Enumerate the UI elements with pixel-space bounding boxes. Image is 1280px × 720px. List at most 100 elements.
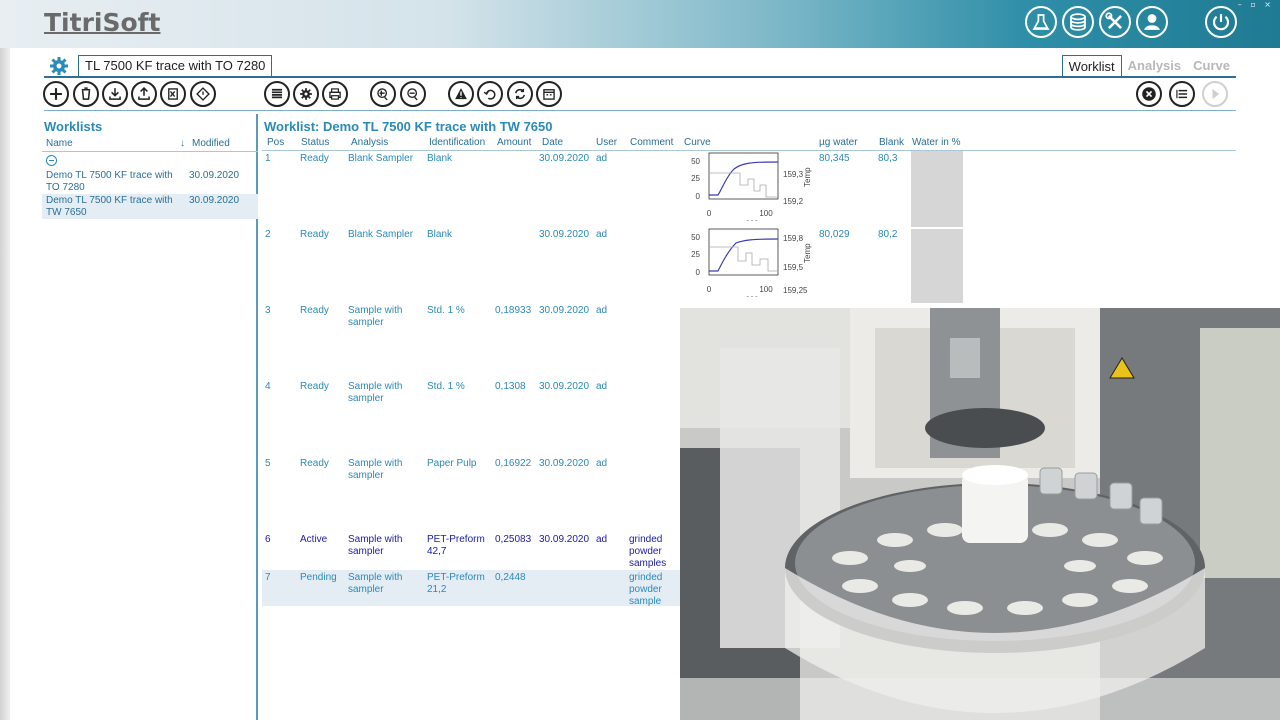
- tools-icon[interactable]: [1099, 6, 1131, 38]
- delete-icon[interactable]: [73, 81, 99, 107]
- row-identification: Blank: [427, 153, 453, 164]
- col-blank[interactable]: Blank: [879, 137, 904, 148]
- view-tabs: Worklist Analysis Curve: [1061, 55, 1236, 78]
- tab-curve[interactable]: Curve: [1187, 55, 1236, 78]
- col-amount[interactable]: Amount: [497, 137, 531, 148]
- calendar-icon[interactable]: [536, 81, 562, 107]
- col-status[interactable]: Status: [301, 137, 329, 148]
- worklist-title: Worklist: Demo TL 7500 KF trace with TW …: [264, 119, 553, 134]
- right-tick: 159,8: [783, 234, 804, 243]
- col-water-ug[interactable]: µg water: [819, 137, 858, 148]
- table-row[interactable]: 1 Ready Blank Sampler Blank 30.09.2020 a…: [262, 153, 962, 223]
- user-icon[interactable]: [1136, 6, 1168, 38]
- app-header: TitriSoft – ▫ ×: [0, 0, 1280, 48]
- row-water-ug: 80,029: [819, 229, 850, 240]
- curve-thumbnail[interactable]: 50 25 0 159,8 159,5 159,25 0 100 sec Tem…: [690, 225, 820, 303]
- sampler-reset-icon[interactable]: [400, 81, 426, 107]
- row-analysis: Sample with sampler: [348, 534, 403, 557]
- table-row[interactable]: 5 Ready Sample with sampler Paper Pulp 0…: [262, 458, 680, 528]
- row-pos: 3: [265, 305, 271, 316]
- right-label: Temp: [803, 243, 812, 263]
- list-icon[interactable]: [264, 81, 290, 107]
- collapse-icon[interactable]: [46, 155, 57, 166]
- refresh-icon[interactable]: [507, 81, 533, 107]
- col-name[interactable]: Name: [46, 138, 73, 149]
- right-tick: 159,2: [783, 197, 804, 206]
- y-tick: 25: [691, 250, 700, 259]
- row-date: 30.09.2020: [539, 534, 590, 545]
- x-tick: 100: [759, 209, 773, 218]
- row-status: Active: [300, 534, 328, 545]
- row-comment: grinded powder samples: [629, 534, 667, 569]
- gear-icon[interactable]: [48, 55, 70, 77]
- right-tick: 159,5: [783, 263, 804, 272]
- window-controls[interactable]: – ▫ ×: [1238, 0, 1274, 9]
- y-tick: 50: [691, 233, 700, 242]
- col-analysis[interactable]: Analysis: [351, 137, 388, 148]
- worklist-item[interactable]: Demo TL 7500 KF trace with TW 7650 30.09…: [42, 194, 258, 219]
- row-amount: 0,2448: [495, 572, 526, 583]
- col-modified[interactable]: Modified: [192, 138, 230, 149]
- row-date: 30.09.2020: [539, 381, 590, 392]
- x-tick: 0: [707, 285, 712, 294]
- play-icon[interactable]: [1202, 81, 1228, 107]
- warning-icon[interactable]: [448, 81, 474, 107]
- tab-worklist[interactable]: Worklist: [1061, 55, 1122, 78]
- row-amount: 0,16922: [495, 458, 532, 469]
- col-identification[interactable]: Identification: [429, 137, 485, 148]
- y-tick: 50: [691, 157, 700, 166]
- col-curve[interactable]: Curve: [684, 137, 711, 148]
- col-pos[interactable]: Pos: [267, 137, 284, 148]
- tab-document[interactable]: TL 7500 KF trace with TO 7280: [78, 55, 273, 78]
- list-menu-icon[interactable]: [1169, 81, 1195, 107]
- right-tick: 159,3: [783, 170, 804, 179]
- table-row[interactable]: 3 Ready Sample with sampler Std. 1 % 0,1…: [262, 305, 680, 375]
- export-icon[interactable]: [131, 81, 157, 107]
- power-icon[interactable]: [1205, 6, 1237, 38]
- excel-icon[interactable]: [160, 81, 186, 107]
- row-identification: PET-Preform 42,7: [427, 534, 485, 557]
- table-row[interactable]: 2 Ready Blank Sampler Blank 30.09.2020 a…: [262, 229, 962, 299]
- sampler-icon[interactable]: [370, 81, 396, 107]
- row-amount: 0,1308: [495, 381, 526, 392]
- add-icon[interactable]: [43, 81, 69, 107]
- row-date: 30.09.2020: [539, 229, 590, 240]
- table-row[interactable]: 4 Ready Sample with sampler Std. 1 % 0,1…: [262, 381, 680, 451]
- undo-icon[interactable]: [477, 81, 503, 107]
- cancel-icon[interactable]: [1136, 81, 1162, 107]
- row-status: Ready: [300, 153, 329, 164]
- row-analysis: Sample with sampler: [348, 458, 403, 481]
- right-tick: 159,25: [783, 286, 808, 295]
- tab-underline: [44, 76, 1236, 78]
- tab-analysis[interactable]: Analysis: [1122, 55, 1187, 78]
- row-analysis: Blank Sampler: [348, 153, 414, 164]
- settings-icon[interactable]: [293, 81, 319, 107]
- col-user[interactable]: User: [596, 137, 617, 148]
- curve-thumbnail[interactable]: 50 25 0 159,3 159,2 0 100 sec Temp: [690, 149, 820, 227]
- worklist-item[interactable]: Demo TL 7500 KF trace with TO 7280 30.09…: [42, 169, 258, 194]
- print-icon[interactable]: [322, 81, 348, 107]
- app-title: TitriSoft: [44, 8, 161, 37]
- row-identification: Std. 1 %: [427, 381, 465, 392]
- row-user: ad: [596, 534, 608, 545]
- col-date[interactable]: Date: [542, 137, 563, 148]
- row-pos: 4: [265, 381, 271, 392]
- worklist-name: Demo TL 7500 KF trace with TW 7650: [46, 195, 173, 218]
- table-row-active[interactable]: 6 Active Sample with sampler PET-Preform…: [262, 534, 680, 570]
- row-analysis: Sample with sampler: [348, 381, 403, 404]
- worklists-header: Name ↓ Modified: [42, 136, 258, 152]
- x-label: sec: [746, 294, 758, 297]
- row-user: ad: [596, 381, 608, 392]
- row-identification: Paper Pulp: [427, 458, 477, 469]
- row-status: Pending: [300, 572, 337, 583]
- flask-icon[interactable]: [1025, 6, 1057, 38]
- sort-down-icon[interactable]: ↓: [180, 138, 185, 149]
- row-analysis: Sample with sampler: [348, 305, 403, 328]
- table-row-pending[interactable]: 7 Pending Sample with sampler PET-Prefor…: [262, 570, 680, 607]
- import-icon[interactable]: [102, 81, 128, 107]
- col-water-pct[interactable]: Water in %: [912, 137, 961, 148]
- database-icon[interactable]: [1062, 6, 1094, 38]
- row-status: Ready: [300, 458, 329, 469]
- move-icon[interactable]: [190, 81, 216, 107]
- col-comment[interactable]: Comment: [630, 137, 673, 148]
